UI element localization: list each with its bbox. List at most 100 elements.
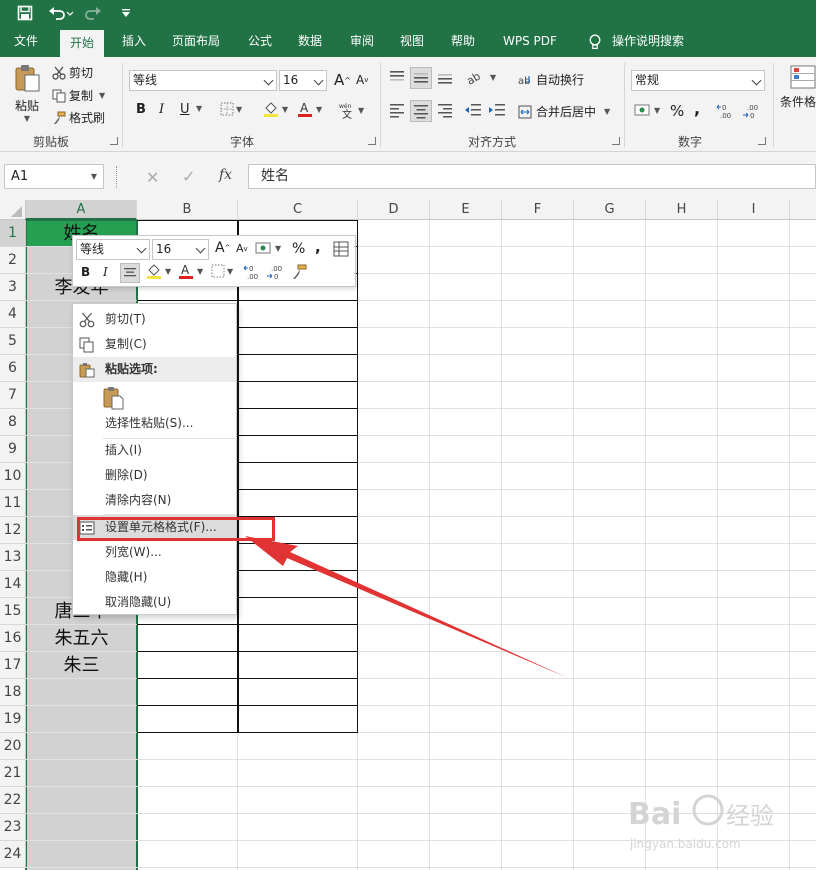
tell-me-search[interactable]: 操作说明搜索 <box>578 26 694 57</box>
svg-text:wén: wén <box>339 103 352 110</box>
paste-option-keep-source[interactable] <box>73 384 236 414</box>
tab-help[interactable]: 帮助 <box>441 26 485 57</box>
align-right-button[interactable] <box>436 102 454 118</box>
cut-button[interactable]: 剪切 <box>52 64 93 81</box>
menu-item-delete[interactable]: 删除(D) <box>73 463 236 488</box>
increase-indent-button[interactable] <box>488 102 506 118</box>
align-bottom-button[interactable] <box>436 69 454 85</box>
menu-item-copy[interactable]: 复制(C) <box>73 332 236 357</box>
decrease-font-button[interactable]: Av <box>356 73 368 87</box>
scissors-icon <box>79 312 95 328</box>
mini-font-name-combo[interactable]: 等线 <box>76 239 150 260</box>
paste-button[interactable]: 粘贴 ▼ <box>10 63 44 123</box>
menu-item-clear-contents[interactable]: 清除内容(N) <box>73 488 236 513</box>
name-box-value: A1 <box>11 169 29 184</box>
align-top-button[interactable] <box>388 69 406 85</box>
accounting-format-button[interactable]: ▼ <box>634 102 660 118</box>
clipboard-launcher-icon[interactable] <box>110 137 118 145</box>
mini-font-size-combo[interactable]: 16 <box>152 239 209 260</box>
mini-increase-decimal-button[interactable]: 0.00 <box>243 264 263 280</box>
merge-center-button[interactable]: 合并后居中 ▼ <box>518 103 610 120</box>
font-launcher-icon[interactable] <box>368 137 376 145</box>
orientation-button[interactable]: ab ▼ <box>466 69 496 85</box>
tab-page-layout[interactable]: 页面布局 <box>162 26 230 57</box>
tab-view[interactable]: 视图 <box>390 26 434 57</box>
save-icon[interactable] <box>14 3 36 23</box>
number-format-combo[interactable]: 常规 <box>631 70 765 91</box>
phonetic-button[interactable]: wén 文 ▼ <box>338 101 364 119</box>
formula-input[interactable]: 姓名 <box>248 164 816 189</box>
tab-review[interactable]: 审阅 <box>340 26 384 57</box>
name-box[interactable]: A1 ▼ <box>4 164 104 189</box>
cell-style-icon <box>255 242 271 254</box>
percent-button[interactable]: % <box>670 102 684 120</box>
comma-button[interactable]: , <box>694 99 700 118</box>
decrease-decimal-button[interactable]: .00 0 <box>742 103 762 119</box>
border-icon <box>220 102 234 116</box>
increase-decimal-button[interactable]: 0.00 <box>716 103 736 119</box>
mini-italic-button[interactable]: I <box>103 265 108 279</box>
redo-icon[interactable] <box>82 3 112 23</box>
chevron-down-icon: ▼ <box>654 105 661 115</box>
confirm-entry-icon[interactable]: ✓ <box>182 167 195 186</box>
svg-text:0: 0 <box>722 104 726 112</box>
tab-insert[interactable]: 插入 <box>112 26 156 57</box>
menu-item-label: 列宽(W)... <box>105 545 162 559</box>
mini-format-painter-button[interactable] <box>291 264 307 280</box>
menu-item-paste-special[interactable]: 选择性粘贴(S)... <box>73 411 236 436</box>
menu-item-insert[interactable]: 插入(I) <box>73 438 236 463</box>
mini-cell-style-button[interactable]: ▼ <box>255 240 281 256</box>
copy-button[interactable]: 复制 ▼ <box>52 87 105 104</box>
mini-format-table-button[interactable] <box>333 241 349 257</box>
chevron-down-icon: ▼ <box>236 104 243 114</box>
mini-font-color-button[interactable]: A ▼ <box>177 262 203 280</box>
menu-item-hide[interactable]: 隐藏(H) <box>73 565 236 590</box>
mini-comma-button[interactable]: , <box>315 238 321 256</box>
align-left-button[interactable] <box>388 102 406 118</box>
customize-icon[interactable] <box>118 3 134 23</box>
tab-file[interactable]: 文件 <box>4 26 48 57</box>
orientation-icon: ab <box>466 70 483 85</box>
format-painter-button[interactable]: 格式刷 <box>52 109 105 126</box>
bold-button[interactable]: B <box>136 102 146 117</box>
menu-item-cut[interactable]: 剪切(T) <box>73 307 236 332</box>
mini-fill-color-button[interactable]: ▼ <box>145 262 171 280</box>
font-color-button[interactable]: A ▼ <box>296 100 322 118</box>
undo-icon[interactable] <box>46 3 76 23</box>
menu-item-unhide[interactable]: 取消隐藏(U) <box>73 590 236 615</box>
border-button[interactable]: ▼ <box>220 102 242 116</box>
insert-function-button[interactable]: fx <box>219 167 232 183</box>
cancel-entry-icon[interactable]: ✕ <box>146 168 159 187</box>
font-size-combo[interactable]: 16 <box>279 70 327 91</box>
conditional-format-button[interactable]: 条件格 <box>780 65 816 110</box>
tab-wps-pdf[interactable]: WPS PDF <box>493 26 567 57</box>
tab-data[interactable]: 数据 <box>288 26 332 57</box>
underline-button[interactable]: U <box>180 102 190 117</box>
tab-home[interactable]: 开始 <box>60 30 105 57</box>
mini-center-button[interactable] <box>120 263 140 283</box>
number-launcher-icon[interactable] <box>758 137 766 145</box>
menu-item-column-width[interactable]: 列宽(W)... <box>73 540 236 565</box>
chevron-down-icon: ▼ <box>227 266 234 276</box>
align-middle-button[interactable] <box>410 67 432 89</box>
mini-decrease-font-button[interactable]: Av <box>236 242 248 255</box>
menu-item-label: 清除内容(N) <box>105 493 172 507</box>
mini-decrease-decimal-button[interactable]: .00 0 <box>266 264 286 280</box>
alignment-launcher-icon[interactable] <box>612 137 620 145</box>
ribbon: 粘贴 ▼ 剪切 复制 ▼ 格式刷 剪贴板 等线 16 A ^ Av B I U ▼… <box>0 57 816 152</box>
mini-increase-font-button[interactable]: A ^ <box>215 240 230 256</box>
mini-border-button[interactable]: ▼ <box>211 264 233 278</box>
font-name-combo[interactable]: 等线 <box>129 70 277 91</box>
mini-bold-button[interactable]: B <box>81 265 90 279</box>
increase-font-button[interactable]: A ^ <box>334 71 351 89</box>
formula-bar-splitter[interactable] <box>116 166 118 188</box>
tab-formulas[interactable]: 公式 <box>238 26 282 57</box>
menu-item-label: 选择性粘贴(S)... <box>105 416 194 430</box>
align-center-button[interactable] <box>410 100 432 122</box>
decrease-indent-button[interactable] <box>464 102 482 118</box>
underline-dropdown[interactable]: ▼ <box>194 104 202 113</box>
wrap-text-button[interactable]: ab 自动换行 <box>518 71 584 88</box>
mini-percent-button[interactable]: % <box>292 241 305 257</box>
italic-button[interactable]: I <box>159 102 164 117</box>
fill-color-button[interactable]: ▼ <box>262 100 288 118</box>
